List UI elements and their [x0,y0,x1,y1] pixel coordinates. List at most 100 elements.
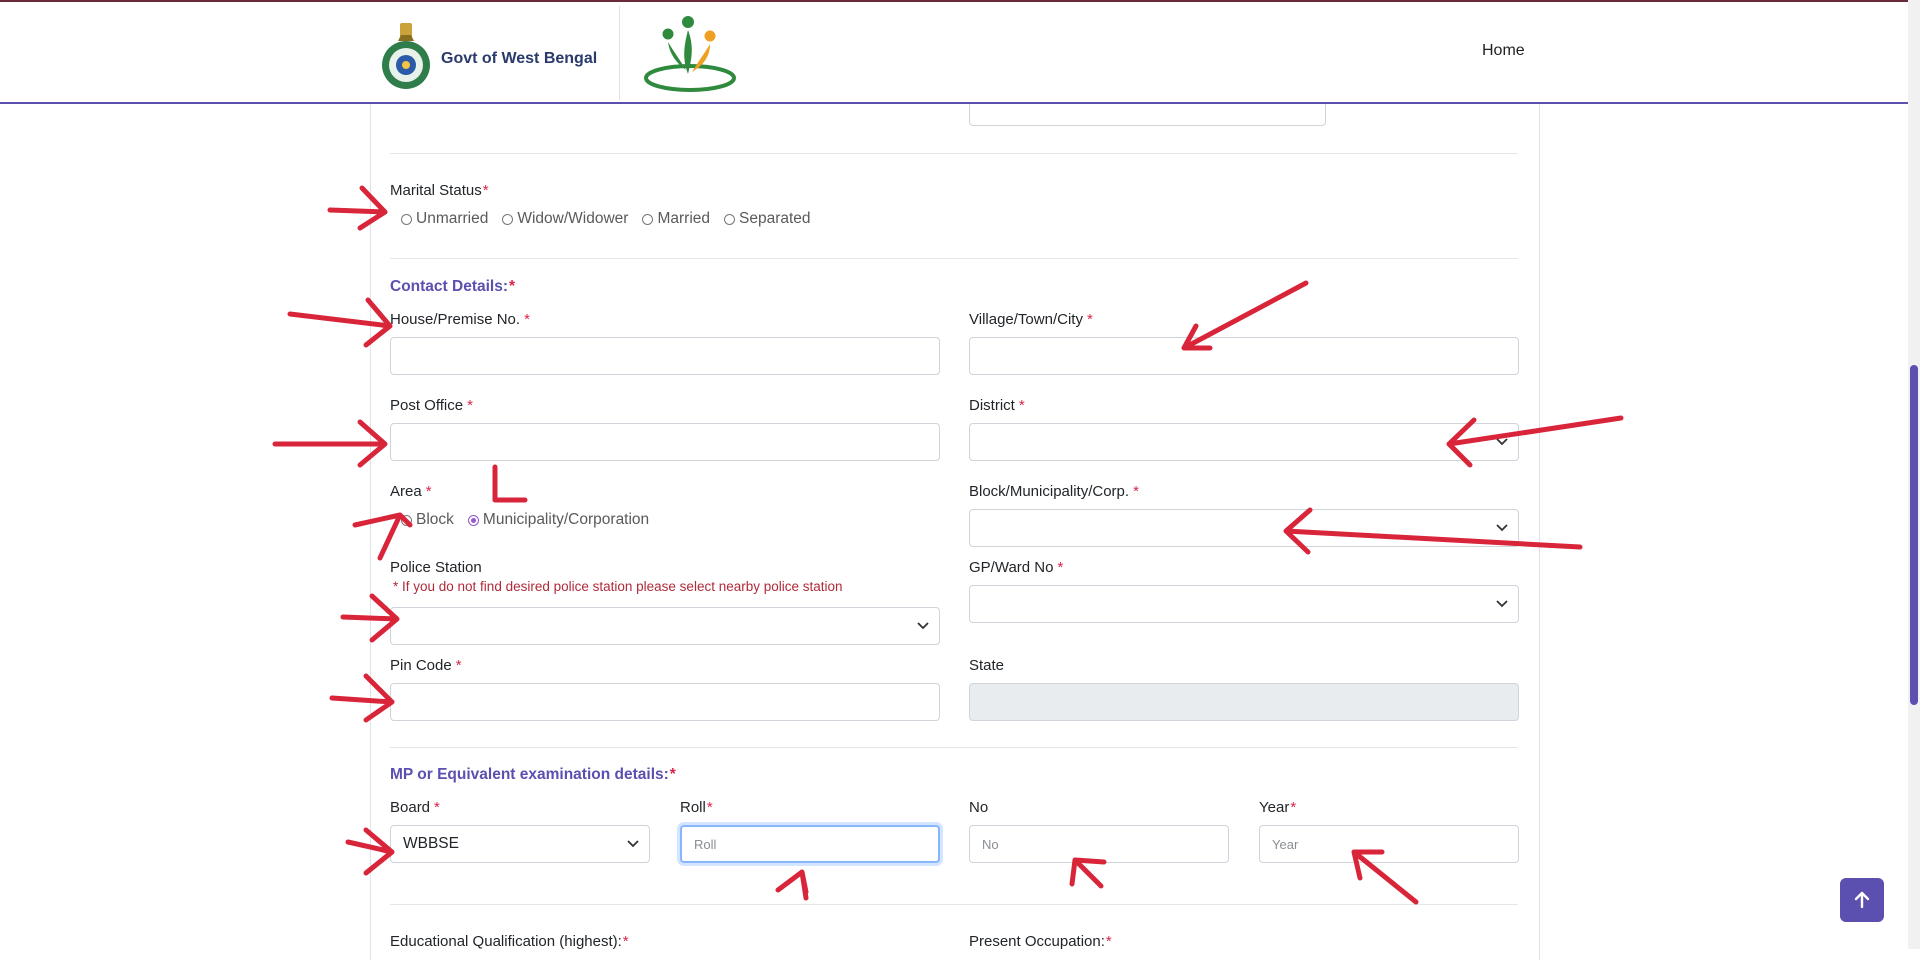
police-station-label: Police Station [390,559,482,576]
required-mark: * [1290,799,1297,816]
year-label: Year* [1259,799,1296,816]
field-label: Board [390,799,431,816]
field-label: Area [390,483,422,500]
radio-block[interactable]: Block [401,511,454,529]
radio-label: Block [416,511,454,528]
police-station-select[interactable] [390,607,940,645]
radio-circle[interactable] [401,213,412,225]
marital-status-radio-group: Unmarried Widow/Widower Married Separate… [401,210,825,228]
field-label: GP/Ward No [969,559,1054,576]
chevron-down-icon [1496,438,1508,446]
radio-unmarried[interactable]: Unmarried [401,210,488,228]
radio-widow-widower[interactable]: Widow/Widower [502,210,628,228]
radio-label: Separated [739,210,811,227]
village-town-city-input[interactable] [969,337,1519,375]
section-title: MP or Equivalent examination details: [390,766,669,783]
required-mark: * [434,799,440,816]
arrow-icon [272,419,388,468]
district-select[interactable] [969,423,1519,461]
required-mark: * [1133,483,1139,500]
house-premise-label: House/Premise No. * [390,311,530,328]
area-radio-group: Block Municipality/Corporation [401,511,663,529]
field-label: Post Office [390,397,464,414]
required-mark: * [425,483,432,500]
radio-label: Married [657,210,711,227]
pin-code-label: Pin Code * [390,657,462,674]
divider [390,747,1518,748]
radio-municipality-corporation[interactable]: Municipality/Corporation [467,511,650,529]
section-title: Contact Details: [390,278,508,295]
radio-label: Widow/Widower [517,210,629,227]
required-mark: * [455,657,462,674]
scrollbar-thumb[interactable] [1910,365,1918,705]
west-bengal-emblem-icon[interactable] [378,15,434,91]
area-label: Area * [390,483,432,500]
post-office-input[interactable] [390,423,940,461]
required-mark: * [524,311,530,328]
divider [390,258,1518,259]
state-input [969,683,1519,721]
field-label: State [969,657,1005,674]
roll-placeholder: Roll [694,836,717,852]
brand-title[interactable]: Govt of West Bengal [441,50,597,68]
required-mark: * [706,799,713,816]
required-mark: * [622,933,629,950]
gp-ward-select[interactable] [969,585,1519,623]
required-mark: * [669,766,676,783]
present-occupation-label: Present Occupation:* [969,933,1112,950]
chevron-down-icon [627,840,639,848]
chevron-down-icon [917,622,929,630]
radio-circle[interactable] [401,514,412,526]
field-label: District [969,397,1015,414]
field-label: Block/Municipality/Corp. [969,483,1130,500]
chevron-down-icon [1496,524,1508,532]
field-label: Village/Town/City [969,311,1083,328]
district-label: District * [969,397,1025,414]
pin-code-input[interactable] [390,683,940,721]
radio-separated[interactable]: Separated [724,210,811,228]
required-mark: * [482,182,489,199]
field-label: No [969,799,989,816]
radio-circle[interactable] [642,213,654,225]
radio-circle-selected[interactable] [467,514,479,526]
no-placeholder: No [982,836,999,852]
required-mark: * [509,278,516,295]
required-mark: * [1105,933,1112,950]
field-label: Police Station [390,559,482,576]
block-municipality-label: Block/Municipality/Corp. * [969,483,1139,500]
marital-status-label: Marital Status* [390,182,489,199]
radio-circle[interactable] [502,213,514,225]
field-label: Roll [680,799,706,816]
radio-circle[interactable] [724,213,736,225]
board-label: Board * [390,799,440,816]
radio-label: Unmarried [416,210,489,227]
people-logo-icon[interactable] [644,12,740,94]
exam-details-heading: MP or Equivalent examination details:* [390,766,676,784]
board-selected-value: WBBSE [403,835,459,852]
radio-married[interactable]: Married [642,210,710,228]
nav-home-link[interactable]: Home [1482,42,1525,60]
arrow-up-icon [1854,891,1870,909]
board-select[interactable]: WBBSE [390,825,650,863]
marital-status-text: Marital Status [390,182,482,199]
state-label: State [969,657,1004,674]
house-premise-input[interactable] [390,337,940,375]
required-mark: * [1018,397,1025,414]
roll-input[interactable]: Roll [680,825,940,863]
block-municipality-select[interactable] [969,509,1519,547]
gp-ward-label: GP/Ward No * [969,559,1063,576]
no-input[interactable]: No [969,825,1229,863]
chevron-down-icon [1496,600,1508,608]
year-placeholder: Year [1272,836,1299,852]
required-mark: * [467,397,473,414]
radio-label: Municipality/Corporation [482,511,650,528]
scroll-to-top-button[interactable] [1840,878,1884,922]
required-mark: * [1057,559,1064,576]
required-mark: * [1086,311,1093,328]
divider [390,153,1518,154]
field-label: Year [1259,799,1290,816]
no-label: No [969,799,988,816]
post-office-label: Post Office * [390,397,473,414]
field-label: House/Premise No. [390,311,521,328]
year-input[interactable]: Year [1259,825,1519,863]
